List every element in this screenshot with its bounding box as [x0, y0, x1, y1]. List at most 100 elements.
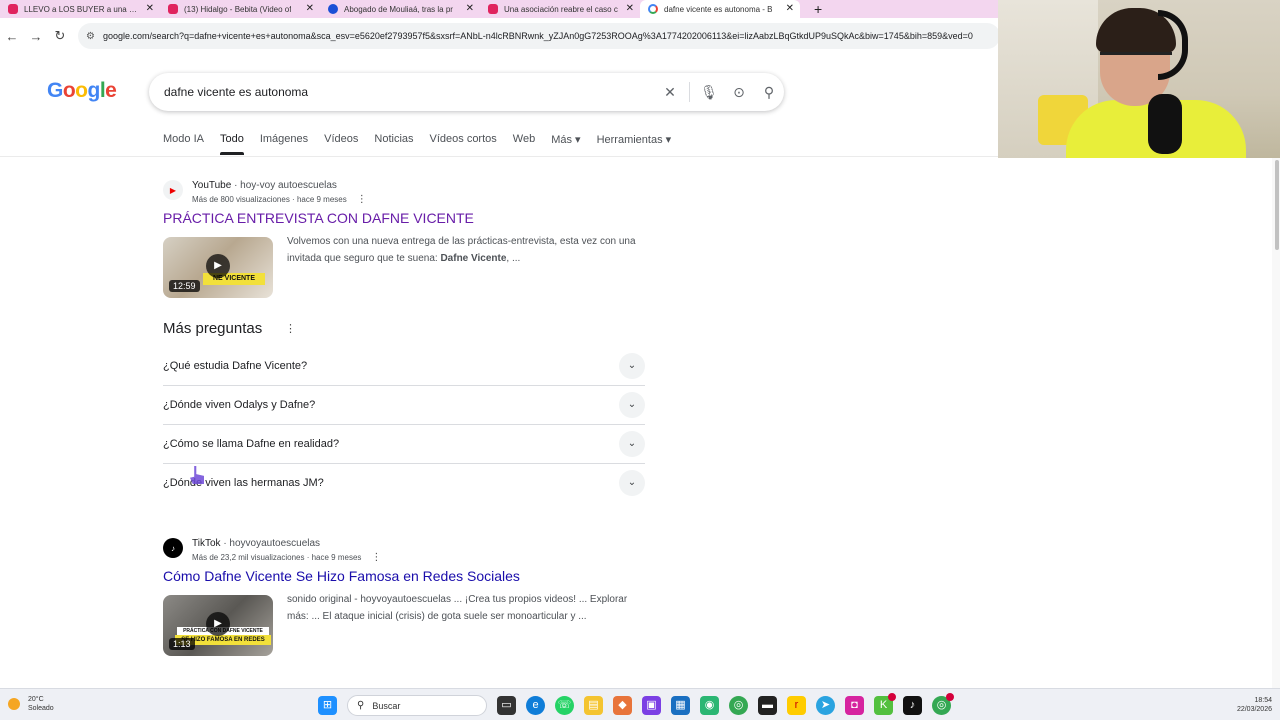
- result-meta: Más de 23,2 mil visualizaciones · hace 9…: [192, 553, 362, 562]
- forward-arrow-icon[interactable]: →: [24, 29, 48, 44]
- browser-tab[interactable]: Abogado de Mouliaá, tras la pr ✕: [320, 0, 480, 18]
- tab-modo-ia[interactable]: Modo IA: [163, 133, 204, 146]
- result-title-link[interactable]: Cómo Dafne Vicente Se Hizo Famosa en Red…: [163, 568, 520, 584]
- chrome-icon[interactable]: ◎: [932, 693, 954, 715]
- more-options-icon[interactable]: ⋮: [285, 322, 296, 335]
- app-icon[interactable]: K: [874, 693, 896, 715]
- clock-date: 22/03/2026: [1236, 706, 1272, 713]
- tab-imagenes[interactable]: Imágenes: [260, 133, 308, 146]
- close-tab-icon[interactable]: ✕: [786, 3, 794, 14]
- windows-start-icon[interactable]: ⊞: [318, 696, 337, 715]
- whatsapp-icon[interactable]: ☏: [555, 696, 574, 715]
- browser-tab[interactable]: (13) Hidalgo - Bebita (Video of ✕: [160, 0, 320, 18]
- paa-question[interactable]: ¿Dónde viven las hermanas JM? ⌄: [163, 463, 645, 502]
- chevron-down-icon[interactable]: ⌄: [619, 391, 645, 418]
- video-thumbnail[interactable]: PRÁCTICA CON DAFNE VICENTE SE HIZO FAMOS…: [163, 595, 273, 656]
- taskbar-search[interactable]: ⚲ Buscar: [347, 695, 487, 716]
- result-title-link[interactable]: PRÁCTICA ENTREVISTA CON DAFNE VICENTE: [163, 210, 474, 226]
- result-meta: Más de 800 visualizaciones · hace 9 mese…: [192, 195, 347, 204]
- youtube-icon: ▶: [163, 180, 183, 200]
- browser-tab[interactable]: LLEVO a LOS BUYER a una CLA ✕: [0, 0, 160, 18]
- store-icon[interactable]: ▦: [671, 696, 690, 715]
- streamer: [1066, 8, 1246, 158]
- instagram-icon[interactable]: ◘: [845, 696, 864, 715]
- video-duration: 1:13: [169, 638, 195, 650]
- system-clock[interactable]: 18:54 22/03/2026: [1237, 696, 1272, 714]
- tab-herramientas[interactable]: Herramientas ▾: [597, 133, 672, 146]
- search-filters: Modo IA Todo Imágenes Vídeos Noticias Ví…: [163, 133, 672, 155]
- microphone-icon[interactable]: 🎙: [694, 84, 724, 101]
- task-view-icon[interactable]: ▭: [497, 696, 516, 715]
- facebook-icon: [328, 4, 338, 14]
- google-logo[interactable]: Google: [47, 79, 117, 103]
- address-bar-row: ← → ↻ ⚙ google.com/search?q=dafne+vicent…: [0, 18, 1000, 54]
- reload-icon[interactable]: ↻: [48, 28, 72, 44]
- more-options-icon[interactable]: ⋮: [357, 194, 367, 205]
- file-explorer-icon[interactable]: ▤: [584, 696, 603, 715]
- more-options-icon[interactable]: ⋮: [371, 552, 381, 563]
- source-name: TikTok: [192, 538, 221, 549]
- paa-question[interactable]: ¿Cómo se llama Dafne en realidad? ⌄: [163, 424, 645, 463]
- source-channel: · hoy-voy autoescuelas: [234, 180, 337, 191]
- close-tab-icon[interactable]: ✕: [306, 3, 314, 14]
- browser-tab[interactable]: Una asociación reabre el caso c ✕: [480, 0, 640, 18]
- notification-badge: [888, 693, 896, 701]
- divider: [689, 82, 690, 102]
- video-duration: 12:59: [169, 280, 200, 292]
- back-arrow-icon[interactable]: ←: [0, 29, 24, 44]
- chevron-down-icon[interactable]: ⌄: [619, 469, 645, 496]
- close-tab-icon[interactable]: ✕: [466, 3, 474, 14]
- clear-icon[interactable]: ✕: [655, 84, 685, 101]
- tab-mas[interactable]: Más ▾: [551, 133, 580, 146]
- google-icon: [648, 4, 658, 14]
- microphone: [1148, 94, 1182, 154]
- weather-desc: Soleado: [28, 705, 54, 712]
- close-tab-icon[interactable]: ✕: [626, 3, 634, 14]
- tab-noticias[interactable]: Noticias: [374, 133, 413, 146]
- paa-question[interactable]: ¿Qué estudia Dafne Vicente? ⌄: [163, 346, 645, 385]
- tab-videos[interactable]: Vídeos: [324, 133, 358, 146]
- search-query[interactable]: dafne vicente es autonoma: [164, 85, 655, 99]
- taskbar-apps: ⊞ ⚲ Buscar ▭ e ☏ ▤ ◆ ▣ ▦ ◉ ◎ ▬ r ➤ ◘ K ♪ …: [318, 693, 954, 716]
- weather-temp: 20°C: [28, 696, 44, 703]
- browser-tab-active[interactable]: dafne vicente es autonoma - B ✕: [640, 0, 800, 18]
- app-icon[interactable]: ◉: [700, 696, 719, 715]
- source-name: YouTube: [192, 180, 232, 191]
- tiktok-icon[interactable]: ♪: [903, 696, 922, 715]
- rtve-icon[interactable]: r: [787, 696, 806, 715]
- youtube-icon: [168, 4, 178, 14]
- video-thumbnail[interactable]: NE VICENTE ▶ 12:59: [163, 237, 273, 298]
- lens-icon[interactable]: ⊙: [724, 84, 754, 101]
- youtube-icon: [8, 4, 18, 14]
- chrome-icon[interactable]: ◎: [729, 696, 748, 715]
- result-snippet: Volvemos con una nueva entrega de las pr…: [287, 236, 636, 264]
- youtube-icon: [488, 4, 498, 14]
- play-icon: ▶: [206, 254, 230, 278]
- address-bar[interactable]: ⚙ google.com/search?q=dafne+vicente+es+a…: [78, 23, 1000, 49]
- sun-icon: [8, 698, 20, 710]
- tab-todo[interactable]: Todo: [219, 133, 244, 155]
- paa-question[interactable]: ¿Dónde viven Odalys y Dafne? ⌄: [163, 385, 645, 424]
- tab-videos-cortos[interactable]: Vídeos cortos: [430, 133, 497, 146]
- result-source[interactable]: ♪ TikTok · hoyvoyautoescuelas Más de 23,…: [163, 538, 381, 563]
- search-input[interactable]: dafne vicente es autonoma ✕ 🎙 ⊙ ⚲: [149, 73, 784, 111]
- webcam-overlay: [998, 0, 1280, 158]
- result-snippet: sonido original - hoyvoyautoescuelas ...…: [287, 594, 628, 622]
- chevron-down-icon[interactable]: ⌄: [619, 430, 645, 457]
- app-icon[interactable]: ▣: [642, 696, 661, 715]
- app-icon[interactable]: ▬: [758, 696, 777, 715]
- url-text: google.com/search?q=dafne+vicente+es+aut…: [102, 31, 973, 41]
- result-source[interactable]: ▶ YouTube · hoy-voy autoescuelas Más de …: [163, 180, 367, 205]
- chevron-down-icon[interactable]: ⌄: [619, 352, 645, 379]
- telegram-icon[interactable]: ➤: [816, 696, 835, 715]
- new-tab-button[interactable]: +: [814, 1, 822, 17]
- site-info-icon[interactable]: ⚙: [86, 31, 95, 42]
- search-icon: ⚲: [357, 700, 365, 711]
- search-icon[interactable]: ⚲: [754, 84, 784, 101]
- app-icon[interactable]: ◆: [613, 696, 632, 715]
- edge-icon[interactable]: e: [526, 696, 545, 715]
- close-tab-icon[interactable]: ✕: [146, 3, 154, 14]
- tab-web[interactable]: Web: [513, 133, 535, 146]
- scrollbar-thumb[interactable]: [1275, 160, 1279, 250]
- weather-widget[interactable]: 20°C Soleado: [8, 695, 54, 713]
